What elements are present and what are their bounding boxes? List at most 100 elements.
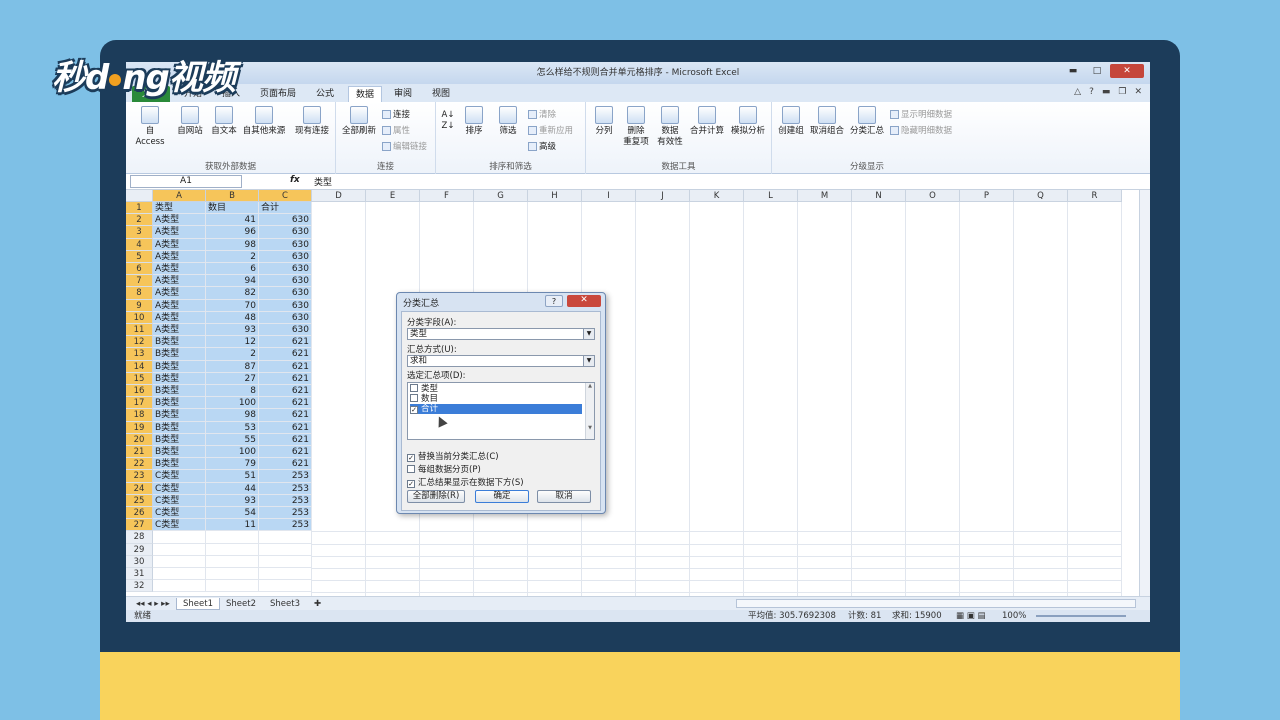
column-header-O[interactable]: O (906, 190, 960, 202)
empty-cell[interactable] (153, 531, 206, 544)
total-cell[interactable]: 630 (259, 324, 312, 337)
from-text-button[interactable]: 自文本 (208, 106, 240, 137)
row-header[interactable]: 2 (126, 214, 153, 227)
type-cell[interactable]: B类型 (153, 385, 206, 398)
total-cell[interactable]: 621 (259, 372, 312, 385)
total-cell[interactable]: 621 (259, 348, 312, 361)
total-cell[interactable]: 253 (259, 494, 312, 507)
what-if-button[interactable]: 模拟分析 (728, 106, 768, 137)
count-cell[interactable]: 100 (206, 446, 259, 459)
count-cell[interactable]: 93 (206, 494, 259, 507)
column-header-C[interactable]: C (259, 190, 312, 202)
reapply-button[interactable]: 重新应用 (528, 124, 573, 136)
chevron-down-icon[interactable]: ▼ (583, 329, 594, 339)
count-cell[interactable]: 12 (206, 336, 259, 349)
dialog-help-button[interactable]: ? (545, 295, 563, 307)
vertical-scrollbar[interactable] (1139, 190, 1150, 596)
column-header-R[interactable]: R (1068, 190, 1122, 202)
type-cell[interactable]: C类型 (153, 507, 206, 520)
page-break-checkbox[interactable]: 每组数据分页(P) (407, 463, 481, 475)
empty-cell[interactable] (206, 555, 259, 568)
type-cell[interactable]: B类型 (153, 409, 206, 422)
column-header-E[interactable]: E (366, 190, 420, 202)
row-header[interactable]: 11 (126, 324, 153, 337)
row-header[interactable]: 10 (126, 311, 153, 324)
cancel-button[interactable]: 取消 (537, 490, 591, 503)
remove-all-button[interactable]: 全部删除(R) (407, 490, 465, 503)
sort-az-button[interactable]: A↓ Z↓ (440, 110, 456, 132)
type-cell[interactable]: C类型 (153, 470, 206, 483)
from-web-button[interactable]: 自网站 (174, 106, 206, 137)
column-header-H[interactable]: H (528, 190, 582, 202)
row-header[interactable]: 23 (126, 470, 153, 483)
method-select[interactable]: 求和 ▼ (407, 355, 595, 367)
empty-cell[interactable] (153, 568, 206, 581)
total-cell[interactable]: 621 (259, 421, 312, 434)
count-cell[interactable]: 53 (206, 421, 259, 434)
type-cell[interactable]: A类型 (153, 287, 206, 300)
count-cell[interactable]: 87 (206, 360, 259, 373)
empty-cell[interactable] (153, 555, 206, 568)
column-header-Q[interactable]: Q (1014, 190, 1068, 202)
checkbox[interactable] (410, 384, 418, 392)
checkbox[interactable] (410, 394, 418, 402)
count-cell[interactable]: 98 (206, 409, 259, 422)
text-to-columns-button[interactable]: 分列 (590, 106, 618, 137)
row-header[interactable]: 7 (126, 275, 153, 288)
type-cell[interactable]: C类型 (153, 482, 206, 495)
column-header-B[interactable]: B (206, 190, 259, 202)
column-header-K[interactable]: K (690, 190, 744, 202)
total-cell[interactable]: 630 (259, 250, 312, 263)
sheet-tab-3[interactable]: Sheet3 (264, 598, 306, 610)
row-header[interactable]: 1 (126, 202, 153, 215)
items-listbox[interactable]: 类型 数目 ✓ 合计 ▲ ▼ (407, 382, 595, 440)
consolidate-button[interactable]: 合并计算 (688, 106, 726, 137)
row-header[interactable]: 31 (126, 568, 153, 581)
type-cell[interactable]: A类型 (153, 275, 206, 288)
row-header[interactable]: 27 (126, 519, 153, 532)
count-cell[interactable]: 2 (206, 250, 259, 263)
zoom-level[interactable]: 100% (1002, 610, 1026, 622)
total-cell[interactable]: 630 (259, 226, 312, 239)
from-access-button[interactable]: 自 Access (130, 106, 170, 148)
chevron-down-icon[interactable]: ▼ (583, 356, 594, 366)
type-cell[interactable]: B类型 (153, 348, 206, 361)
row-header[interactable]: 17 (126, 397, 153, 410)
row-header[interactable]: 29 (126, 543, 153, 556)
fx-icon[interactable]: fx (290, 175, 300, 185)
list-item[interactable]: 类型 (410, 384, 582, 394)
row-header[interactable]: 21 (126, 446, 153, 459)
count-cell[interactable]: 2 (206, 348, 259, 361)
properties-button[interactable]: 属性 (382, 124, 410, 136)
refresh-all-button[interactable]: 全部刷新 (340, 106, 378, 137)
remove-duplicates-button[interactable]: 删除 重复项 (620, 106, 652, 148)
total-cell[interactable]: 621 (259, 360, 312, 373)
column-header-P[interactable]: P (960, 190, 1014, 202)
type-cell[interactable]: A类型 (153, 226, 206, 239)
empty-cell[interactable] (259, 568, 312, 581)
count-cell[interactable]: 41 (206, 214, 259, 227)
row-header[interactable]: 15 (126, 372, 153, 385)
minimize-button[interactable]: ▬ (1062, 64, 1084, 78)
replace-current-checkbox[interactable]: ✓ 替换当前分类汇总(C) (407, 450, 499, 462)
row-header[interactable]: 4 (126, 238, 153, 251)
empty-cell[interactable] (153, 580, 206, 593)
column-header-I[interactable]: I (582, 190, 636, 202)
type-cell[interactable]: C类型 (153, 519, 206, 532)
total-cell[interactable]: 621 (259, 397, 312, 410)
column-header-M[interactable]: M (798, 190, 852, 202)
type-cell[interactable]: B类型 (153, 421, 206, 434)
count-cell[interactable]: 54 (206, 507, 259, 520)
empty-cell[interactable] (259, 543, 312, 556)
maximize-button[interactable]: □ (1086, 64, 1108, 78)
total-cell[interactable]: 630 (259, 214, 312, 227)
list-scrollbar[interactable]: ▲ ▼ (585, 383, 594, 439)
count-cell[interactable]: 79 (206, 458, 259, 471)
type-cell[interactable]: B类型 (153, 397, 206, 410)
insert-sheet-icon[interactable]: ✚ (308, 598, 327, 610)
column-header-G[interactable]: G (474, 190, 528, 202)
row-header[interactable]: 18 (126, 409, 153, 422)
select-all-corner[interactable] (126, 190, 153, 202)
subtotal-button[interactable]: 分类汇总 (848, 106, 886, 137)
total-cell[interactable]: 630 (259, 299, 312, 312)
